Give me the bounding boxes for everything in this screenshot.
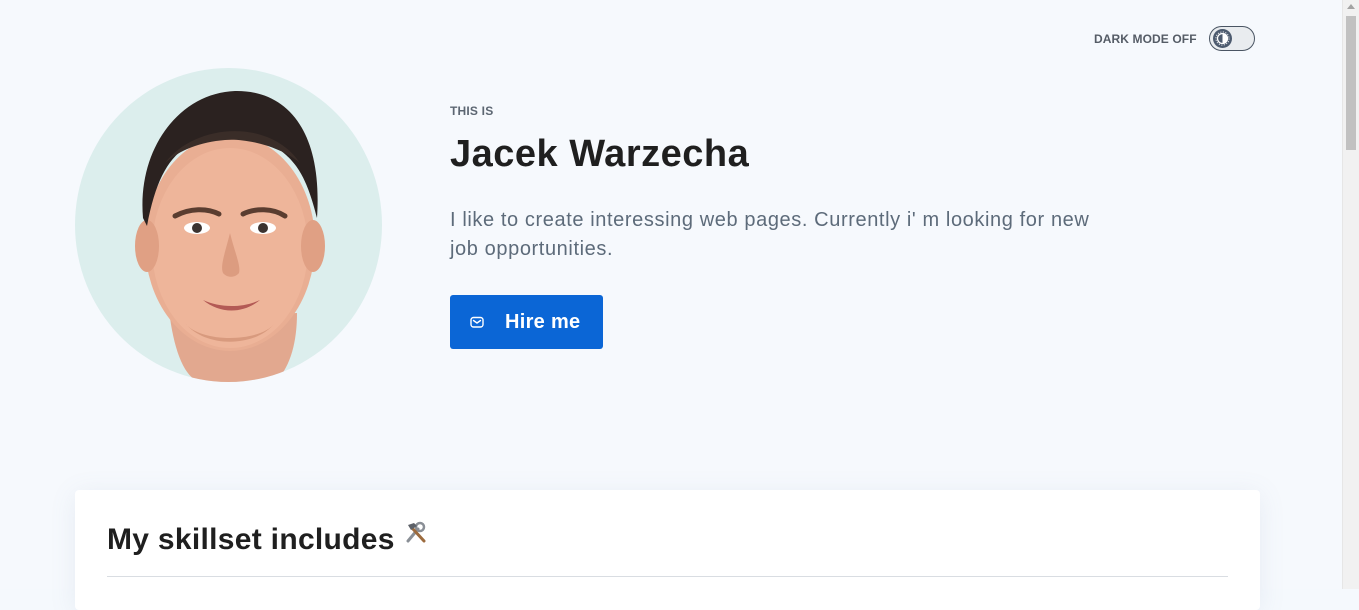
tools-icon [403,520,429,546]
scroll-up-icon[interactable] [1347,4,1355,9]
dark-mode-label: DARK MODE OFF [1094,31,1197,46]
contrast-icon [1212,29,1232,48]
scrollbar-thumb[interactable] [1346,16,1356,150]
dark-mode-toggle-row: DARK MODE OFF [1094,26,1255,51]
page: DARK MODE OFF THIS IS Jacek Warzecha I l… [0,0,1342,610]
skills-title: My skillset includes [107,523,395,556]
vertical-scrollbar[interactable] [1342,0,1359,589]
divider [107,576,1228,577]
hire-me-label: Hire me [505,310,581,333]
hero-eyebrow: THIS IS [450,104,494,118]
skills-heading: My skillset includes [107,520,429,557]
dark-mode-toggle[interactable] [1208,26,1255,51]
hire-me-button[interactable]: Hire me [450,295,603,349]
mail-icon [469,314,485,330]
page-title: Jacek Warzecha [450,133,750,175]
avatar [75,68,382,382]
hero-bio: I like to create interessing web pages. … [450,209,1090,260]
skills-card: My skillset includes [75,490,1260,610]
hero-intro: THIS IS Jacek Warzecha I like to create … [450,104,1090,349]
